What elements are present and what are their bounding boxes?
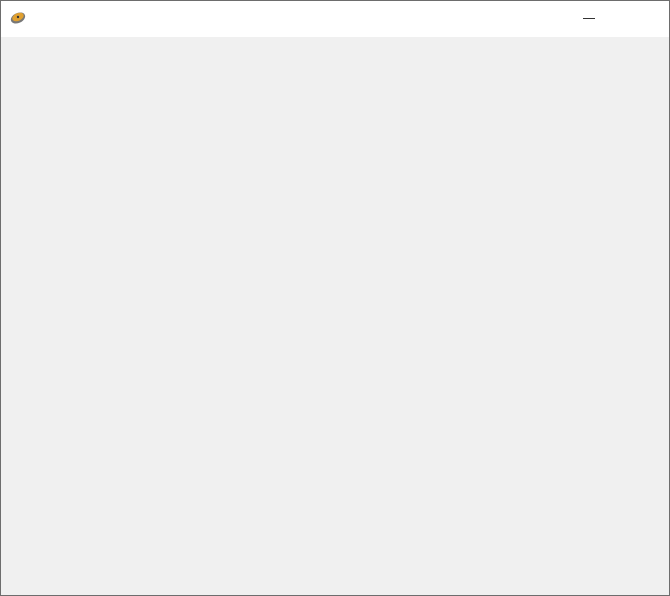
app-window: [0, 0, 670, 596]
hdtune-app-icon: [10, 12, 26, 24]
title-bar: [1, 1, 669, 37]
